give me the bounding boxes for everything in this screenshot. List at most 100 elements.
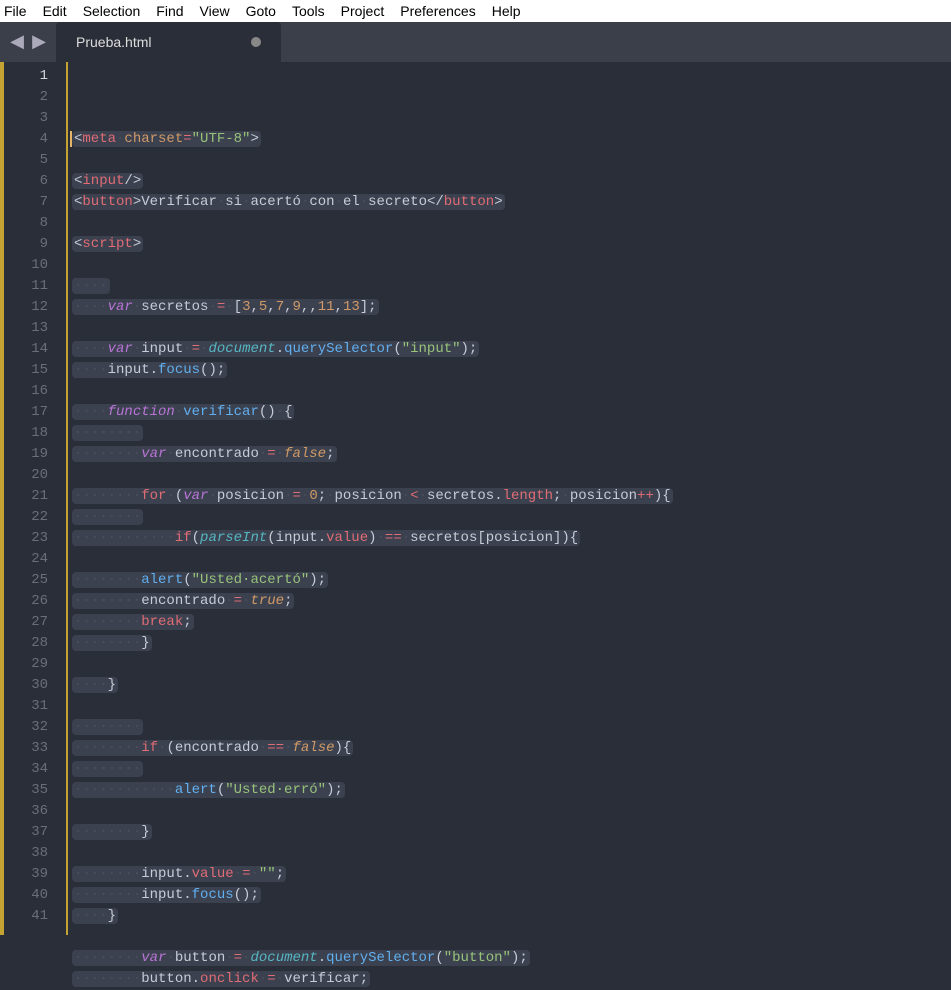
line-number: 34 [4, 759, 48, 780]
code-line[interactable]: ········ [72, 423, 951, 444]
line-number: 22 [4, 507, 48, 528]
code-line[interactable]: ········if·(encontrado·==·false){ [72, 738, 951, 759]
line-number: 14 [4, 339, 48, 360]
nav-back-icon[interactable]: ◀ [8, 31, 26, 53]
line-number: 2 [4, 87, 48, 108]
menu-edit[interactable]: Edit [43, 3, 67, 19]
line-number: 36 [4, 801, 48, 822]
code-area[interactable]: <meta·charset="UTF-8"> <input/><button>Ve… [66, 62, 951, 935]
menu-preferences[interactable]: Preferences [400, 3, 475, 19]
line-number: 16 [4, 381, 48, 402]
code-line[interactable]: ····} [72, 675, 951, 696]
line-number: 26 [4, 591, 48, 612]
code-line[interactable]: <script> [72, 234, 951, 255]
line-number: 7 [4, 192, 48, 213]
line-number: 39 [4, 864, 48, 885]
code-line[interactable]: ········encontrado·=·true; [72, 591, 951, 612]
menu-help[interactable]: Help [492, 3, 521, 19]
active-line-highlight [0, 66, 951, 87]
code-line[interactable]: <button>Verificar·si·acertó·con·el·secre… [72, 192, 951, 213]
line-number: 23 [4, 528, 48, 549]
line-number: 32 [4, 717, 48, 738]
line-number: 27 [4, 612, 48, 633]
code-line[interactable] [72, 213, 951, 234]
line-number: 19 [4, 444, 48, 465]
code-line[interactable]: <input/> [72, 171, 951, 192]
menu-goto[interactable]: Goto [246, 3, 276, 19]
menu-selection[interactable]: Selection [83, 3, 141, 19]
line-number: 3 [4, 108, 48, 129]
line-number: 8 [4, 213, 48, 234]
line-number: 21 [4, 486, 48, 507]
line-number: 9 [4, 234, 48, 255]
line-number: 1 [4, 66, 48, 87]
line-number: 37 [4, 822, 48, 843]
code-line[interactable]: ········ [72, 759, 951, 780]
line-number: 24 [4, 549, 48, 570]
code-line[interactable]: <meta·charset="UTF-8"> [72, 129, 951, 150]
code-line[interactable]: ········} [72, 633, 951, 654]
code-line[interactable] [72, 696, 951, 717]
line-number: 15 [4, 360, 48, 381]
code-line[interactable]: ········} [72, 822, 951, 843]
code-line[interactable]: ········alert("Usted·acertó"); [72, 570, 951, 591]
code-line[interactable] [72, 465, 951, 486]
line-number: 29 [4, 654, 48, 675]
code-line[interactable]: ········var·button·=·document.querySelec… [72, 948, 951, 969]
line-number: 10 [4, 255, 48, 276]
menu-find[interactable]: Find [156, 3, 183, 19]
code-line[interactable]: ········input.value·=·""; [72, 864, 951, 885]
code-line[interactable]: ········button.onclick·=·verificar; [72, 969, 951, 990]
code-line[interactable]: ········ [72, 507, 951, 528]
line-number: 30 [4, 675, 48, 696]
line-number: 13 [4, 318, 48, 339]
menu-bar: File Edit Selection Find View Goto Tools Projec… [0, 0, 951, 22]
line-number: 5 [4, 150, 48, 171]
menu-view[interactable]: View [200, 3, 230, 19]
tab-prueba[interactable]: Prueba.html [56, 22, 281, 62]
code-line[interactable]: ········input.focus(); [72, 885, 951, 906]
line-number: 25 [4, 570, 48, 591]
code-line[interactable] [72, 801, 951, 822]
code-line[interactable] [72, 654, 951, 675]
menu-file[interactable]: File [4, 3, 27, 19]
nav-forward-icon[interactable]: ▶ [30, 31, 48, 53]
code-line[interactable]: ····function·verificar()·{ [72, 402, 951, 423]
line-number: 6 [4, 171, 48, 192]
menu-project[interactable]: Project [341, 3, 385, 19]
line-number: 33 [4, 738, 48, 759]
line-number: 20 [4, 465, 48, 486]
code-line[interactable]: ········var·encontrado·=·false; [72, 444, 951, 465]
code-line[interactable]: ····var·input·=·document.querySelector("… [72, 339, 951, 360]
menu-tools[interactable]: Tools [292, 3, 325, 19]
code-line[interactable] [72, 843, 951, 864]
line-gutter: 1234567891011121314151617181920212223242… [4, 62, 66, 935]
line-number: 18 [4, 423, 48, 444]
tab-title: Prueba.html [76, 34, 151, 50]
line-number: 17 [4, 402, 48, 423]
code-line[interactable]: ····var·secretos·=·[3,5,7,9,,11,13]; [72, 297, 951, 318]
code-line[interactable]: ········for·(var·posicion·=·0;·posicion·… [72, 486, 951, 507]
code-line[interactable]: ············if(parseInt(input.value)·==·… [72, 528, 951, 549]
line-number: 41 [4, 906, 48, 927]
code-line[interactable] [72, 549, 951, 570]
code-line[interactable]: ···· [72, 276, 951, 297]
code-line[interactable]: ····input.focus(); [72, 360, 951, 381]
code-line[interactable] [72, 150, 951, 171]
line-number: 11 [4, 276, 48, 297]
code-line[interactable]: ········break; [72, 612, 951, 633]
editor: 1234567891011121314151617181920212223242… [0, 62, 951, 935]
line-number: 35 [4, 780, 48, 801]
code-line[interactable] [72, 381, 951, 402]
code-line[interactable] [72, 255, 951, 276]
line-number: 12 [4, 297, 48, 318]
code-line[interactable] [72, 318, 951, 339]
dirty-indicator-icon [251, 37, 261, 47]
code-line[interactable]: ············alert("Usted·erró"); [72, 780, 951, 801]
code-line[interactable] [72, 927, 951, 948]
code-line[interactable]: ····} [72, 906, 951, 927]
code-line[interactable]: ········ [72, 717, 951, 738]
line-number: 28 [4, 633, 48, 654]
line-number: 40 [4, 885, 48, 906]
line-number: 31 [4, 696, 48, 717]
